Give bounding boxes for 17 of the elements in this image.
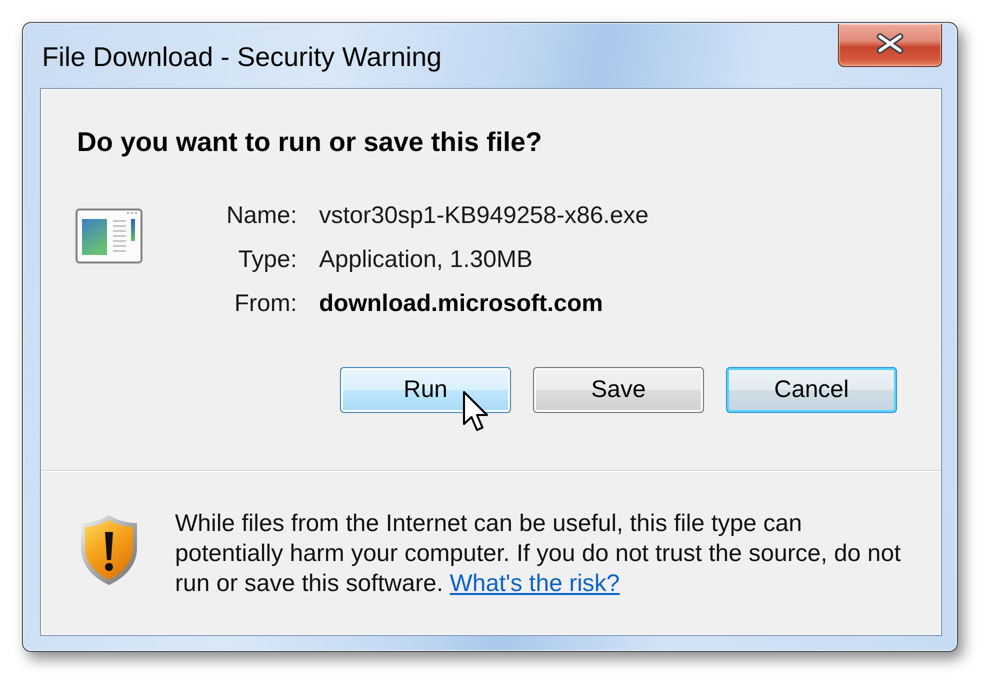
field-value: vstor30sp1-KB949258-x86.exe: [319, 202, 649, 230]
risk-link[interactable]: What's the risk?: [450, 570, 620, 597]
dialog-button[interactable]: Cancel: [726, 367, 897, 413]
dialog-button[interactable]: Save: [533, 367, 704, 413]
warning-shield-icon: [79, 514, 139, 586]
dialog-button[interactable]: Run: [340, 367, 511, 413]
field-label: From:: [234, 290, 297, 318]
field-value: download.microsoft.com: [319, 290, 604, 318]
close-icon: [876, 33, 904, 54]
window-title: File Download - Security Warning: [42, 41, 442, 73]
prompt-heading: Do you want to run or save this file?: [77, 126, 544, 158]
application-window-icon: [75, 208, 143, 264]
field-label: Name:: [226, 202, 297, 230]
field-value: Application, 1.30MB: [319, 246, 534, 274]
warning-message: While files from the Internet can be useful, this file type can potentially harm your computer. If you do not trust the source, do not run or save this software. What's the risk?: [175, 509, 902, 599]
field-label: Type:: [238, 246, 297, 274]
close-button[interactable]: [838, 24, 942, 67]
